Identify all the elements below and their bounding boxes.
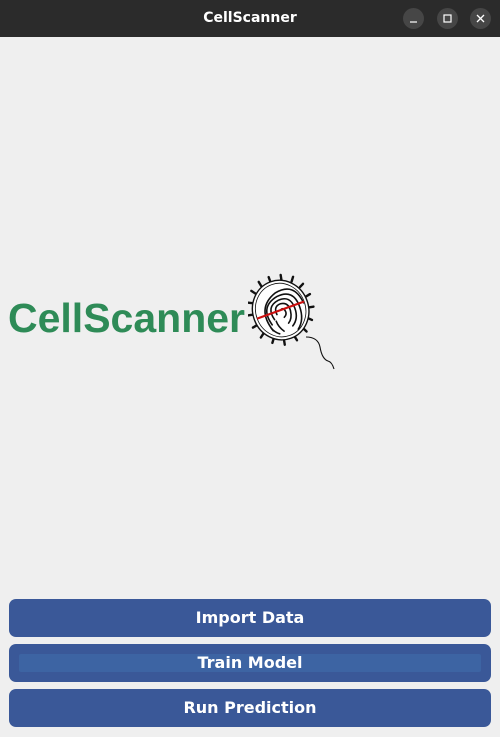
train-model-button[interactable]: Train Model — [9, 644, 491, 682]
minimize-button[interactable] — [403, 8, 424, 29]
close-button[interactable] — [470, 8, 491, 29]
main-content: CellScanner Import Data Train Model Run … — [0, 37, 500, 737]
minimize-icon — [410, 21, 417, 23]
import-data-button[interactable]: Import Data — [9, 599, 491, 637]
app-window: CellScanner CellScanner Import Data Trai… — [0, 0, 500, 737]
logo-text: CellScanner — [8, 295, 245, 341]
maximize-button[interactable] — [437, 8, 458, 29]
window-title: CellScanner — [203, 10, 297, 26]
run-prediction-button[interactable]: Run Prediction — [9, 689, 491, 727]
train-model-label: Train Model — [197, 653, 303, 672]
app-logo: CellScanner — [8, 273, 348, 373]
title-bar[interactable]: CellScanner — [0, 0, 500, 37]
close-icon — [476, 14, 485, 23]
fingerprint-bacterium-icon — [248, 273, 335, 370]
maximize-icon — [443, 14, 452, 23]
